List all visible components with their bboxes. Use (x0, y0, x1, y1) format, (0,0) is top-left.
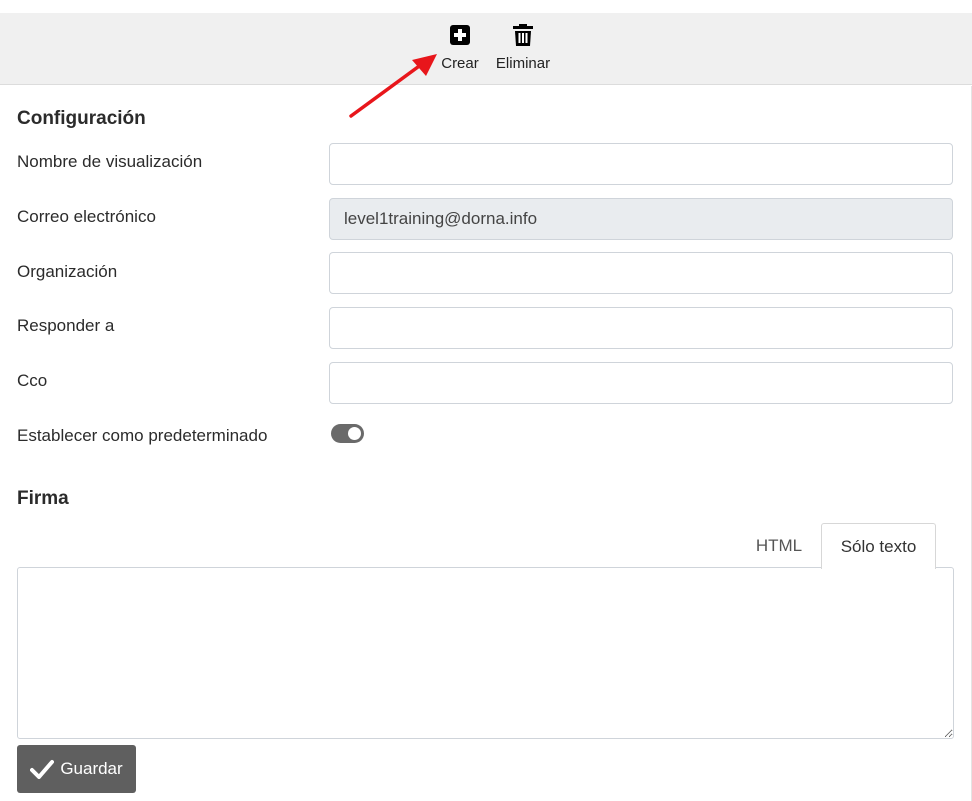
display-name-input[interactable] (329, 143, 953, 185)
signature-section-title: Firma (17, 488, 69, 509)
create-label: Crear (441, 55, 479, 72)
trash-icon (513, 24, 533, 46)
save-button[interactable]: Guardar (17, 745, 136, 793)
tab-html[interactable]: HTML (740, 523, 818, 568)
delete-label: Eliminar (495, 55, 551, 72)
settings-content: Configuración Nombre de visualización Co… (0, 86, 972, 801)
plus-square-icon (450, 25, 470, 45)
config-section-title: Configuración (17, 108, 146, 129)
reply-to-input[interactable] (329, 307, 953, 349)
save-label: Guardar (60, 759, 123, 778)
check-icon (30, 760, 55, 779)
reply-to-label: Responder a (17, 316, 115, 335)
tab-plain-text[interactable]: Sólo texto (821, 523, 936, 569)
organization-input[interactable] (329, 252, 953, 294)
identity-settings-page: Crear Eliminar Configuración Nombre de v… (0, 0, 972, 801)
display-name-label: Nombre de visualización (17, 152, 203, 171)
default-toggle[interactable] (331, 424, 364, 443)
create-button[interactable]: Crear (438, 23, 482, 75)
toggle-knob (348, 427, 361, 440)
default-toggle-label: Establecer como predeterminado (17, 426, 268, 445)
bcc-label: Cco (17, 371, 48, 390)
signature-textarea[interactable] (17, 567, 954, 739)
email-field[interactable] (329, 198, 953, 240)
email-label: Correo electrónico (17, 207, 156, 226)
organization-label: Organización (17, 262, 118, 281)
toolbar: Crear Eliminar (0, 13, 972, 85)
bcc-input[interactable] (329, 362, 953, 404)
delete-button[interactable]: Eliminar (492, 23, 554, 75)
